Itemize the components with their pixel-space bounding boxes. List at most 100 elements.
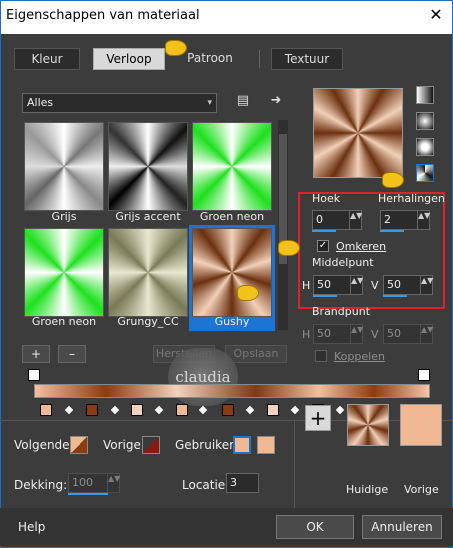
window-title: Eigenschappen van materiaal (6, 8, 200, 23)
invert-checkbox[interactable]: ✓ (317, 240, 329, 252)
gradient-label: Groen neon (199, 210, 265, 223)
color-stop-marker[interactable] (86, 404, 98, 416)
gradient-label: Gushy (214, 315, 250, 328)
gradient-editor-bar[interactable] (34, 384, 430, 398)
sunburst-type-button[interactable] (416, 164, 434, 182)
focus-v-label: V (371, 328, 379, 341)
next-label: Volgende: (14, 438, 74, 452)
save-button[interactable]: Opslaan (225, 345, 287, 363)
focus-h-label: H (302, 328, 311, 341)
prev-label: Vorige: (103, 438, 145, 452)
spinner-arrows-icon[interactable]: ▲▼ (107, 474, 120, 492)
tab-separator (259, 50, 260, 68)
repeats-slider[interactable] (380, 230, 404, 232)
link-checkbox[interactable] (315, 350, 327, 362)
angle-value: 0 (316, 213, 323, 226)
center-v-slider[interactable] (383, 295, 407, 297)
gradient-preview (24, 122, 104, 211)
gradient-thumb-grungy-cc[interactable] (108, 228, 188, 317)
gradient-preview-large[interactable] (313, 88, 403, 178)
opacity-field[interactable]: 100 ▲▼ (68, 473, 120, 493)
spinner-arrows-icon[interactable]: ▲▼ (350, 276, 363, 294)
pointer-hand-icon (278, 240, 300, 256)
gradient-thumb-groen-neon[interactable] (192, 122, 272, 211)
color-stop-marker[interactable] (40, 404, 52, 416)
cancel-button[interactable]: Annuleren (362, 515, 442, 539)
angle-field[interactable]: 0 ▲▼ (312, 210, 362, 230)
spinner-arrows-icon[interactable]: ▲▼ (417, 211, 430, 229)
tab-verloop[interactable]: Verloop (93, 48, 165, 70)
previous-material-swatch[interactable] (400, 404, 442, 446)
focus-h-field[interactable]: 50 ▲▼ (313, 324, 363, 344)
gradient-preview (108, 122, 188, 211)
focus-v-value: 50 (387, 327, 401, 340)
gradient-label: Grungy_CC (117, 315, 179, 328)
current-label: Huidige (346, 483, 389, 496)
gradient-preview (192, 122, 272, 211)
remove-stop-button[interactable]: – (58, 345, 86, 363)
gradient-thumb-gushy[interactable] (192, 228, 272, 317)
midpoint-end-handle[interactable] (418, 369, 430, 381)
gradient-label: Grijs (51, 210, 77, 223)
previous-label: Vorige (404, 483, 439, 496)
tab-textuur[interactable]: Textuur (271, 48, 343, 70)
center-h-value: 50 (317, 278, 331, 291)
rectangular-type-button[interactable] (416, 112, 434, 130)
gradient-thumb-grijs[interactable] (24, 122, 104, 211)
pointer-hand-icon (382, 172, 404, 188)
opacity-slider[interactable] (68, 493, 108, 495)
catalog-icon[interactable]: ▤ (235, 93, 251, 109)
linear-type-button[interactable] (416, 86, 434, 104)
gradient-thumb-groen-neon-2[interactable] (24, 228, 104, 317)
link-label: Koppelen (334, 350, 385, 363)
radial-type-button[interactable] (416, 138, 434, 156)
midpoint-start-handle[interactable] (28, 369, 40, 381)
add-stop-button[interactable]: + (22, 345, 50, 363)
library-dropdown-value: Alles (27, 96, 54, 109)
angle-label: Hoek (312, 192, 341, 205)
library-dropdown[interactable]: Alles ▾ (22, 93, 217, 113)
add-to-swatches-button[interactable]: + (305, 405, 331, 431)
focus-h-value: 50 (317, 327, 331, 340)
spinner-arrows-icon[interactable]: ▲▼ (420, 325, 433, 343)
pointer-hand-icon (237, 285, 259, 301)
arrow-right-icon[interactable]: ➜ (268, 93, 284, 109)
center-v-field[interactable]: 50 ▲▼ (383, 275, 433, 295)
repeats-label: Herhalingen (378, 192, 445, 205)
user-swatch-2[interactable] (257, 436, 275, 454)
angle-slider[interactable] (312, 230, 336, 232)
opacity-value: 100 (72, 476, 93, 489)
spinner-arrows-icon[interactable]: ▲▼ (420, 276, 433, 294)
close-icon[interactable]: ✕ (426, 5, 446, 25)
gradient-preview (108, 228, 188, 317)
color-stop-marker[interactable] (267, 404, 279, 416)
spinner-arrows-icon[interactable]: ▲▼ (350, 325, 363, 343)
repeats-field[interactable]: 2 ▲▼ (380, 210, 430, 230)
location-label: Locatie: (182, 478, 230, 492)
gradient-thumb-grijs-accent[interactable] (108, 122, 188, 211)
prev-swatch[interactable] (142, 436, 160, 454)
focus-label: Brandpunt (312, 305, 371, 318)
spinner-arrows-icon[interactable]: ▲▼ (349, 211, 362, 229)
center-v-value: 50 (387, 278, 401, 291)
ok-button[interactable]: OK (276, 515, 354, 539)
next-swatch[interactable] (70, 436, 88, 454)
user-swatch-1[interactable] (233, 436, 251, 454)
color-stop-marker[interactable] (131, 404, 143, 416)
current-material-swatch[interactable] (347, 404, 389, 446)
help-link[interactable]: Help (18, 520, 45, 534)
tab-kleur[interactable]: Kleur (14, 48, 80, 70)
gradient-label: Grijs accent (115, 210, 181, 223)
chevron-down-icon: ▾ (207, 98, 212, 108)
user-label: Gebruiker: (175, 438, 238, 452)
center-h-slider[interactable] (313, 295, 337, 297)
color-stop-marker[interactable] (222, 404, 234, 416)
focus-v-field[interactable]: 50 ▲▼ (383, 324, 433, 344)
center-h-label: H (302, 279, 311, 292)
color-stop-marker[interactable] (176, 404, 188, 416)
location-field[interactable]: 3 (226, 473, 259, 493)
center-h-field[interactable]: 50 ▲▼ (313, 275, 363, 295)
opacity-label: Dekking: (14, 478, 68, 492)
center-v-label: V (371, 279, 379, 292)
repeats-value: 2 (384, 213, 391, 226)
